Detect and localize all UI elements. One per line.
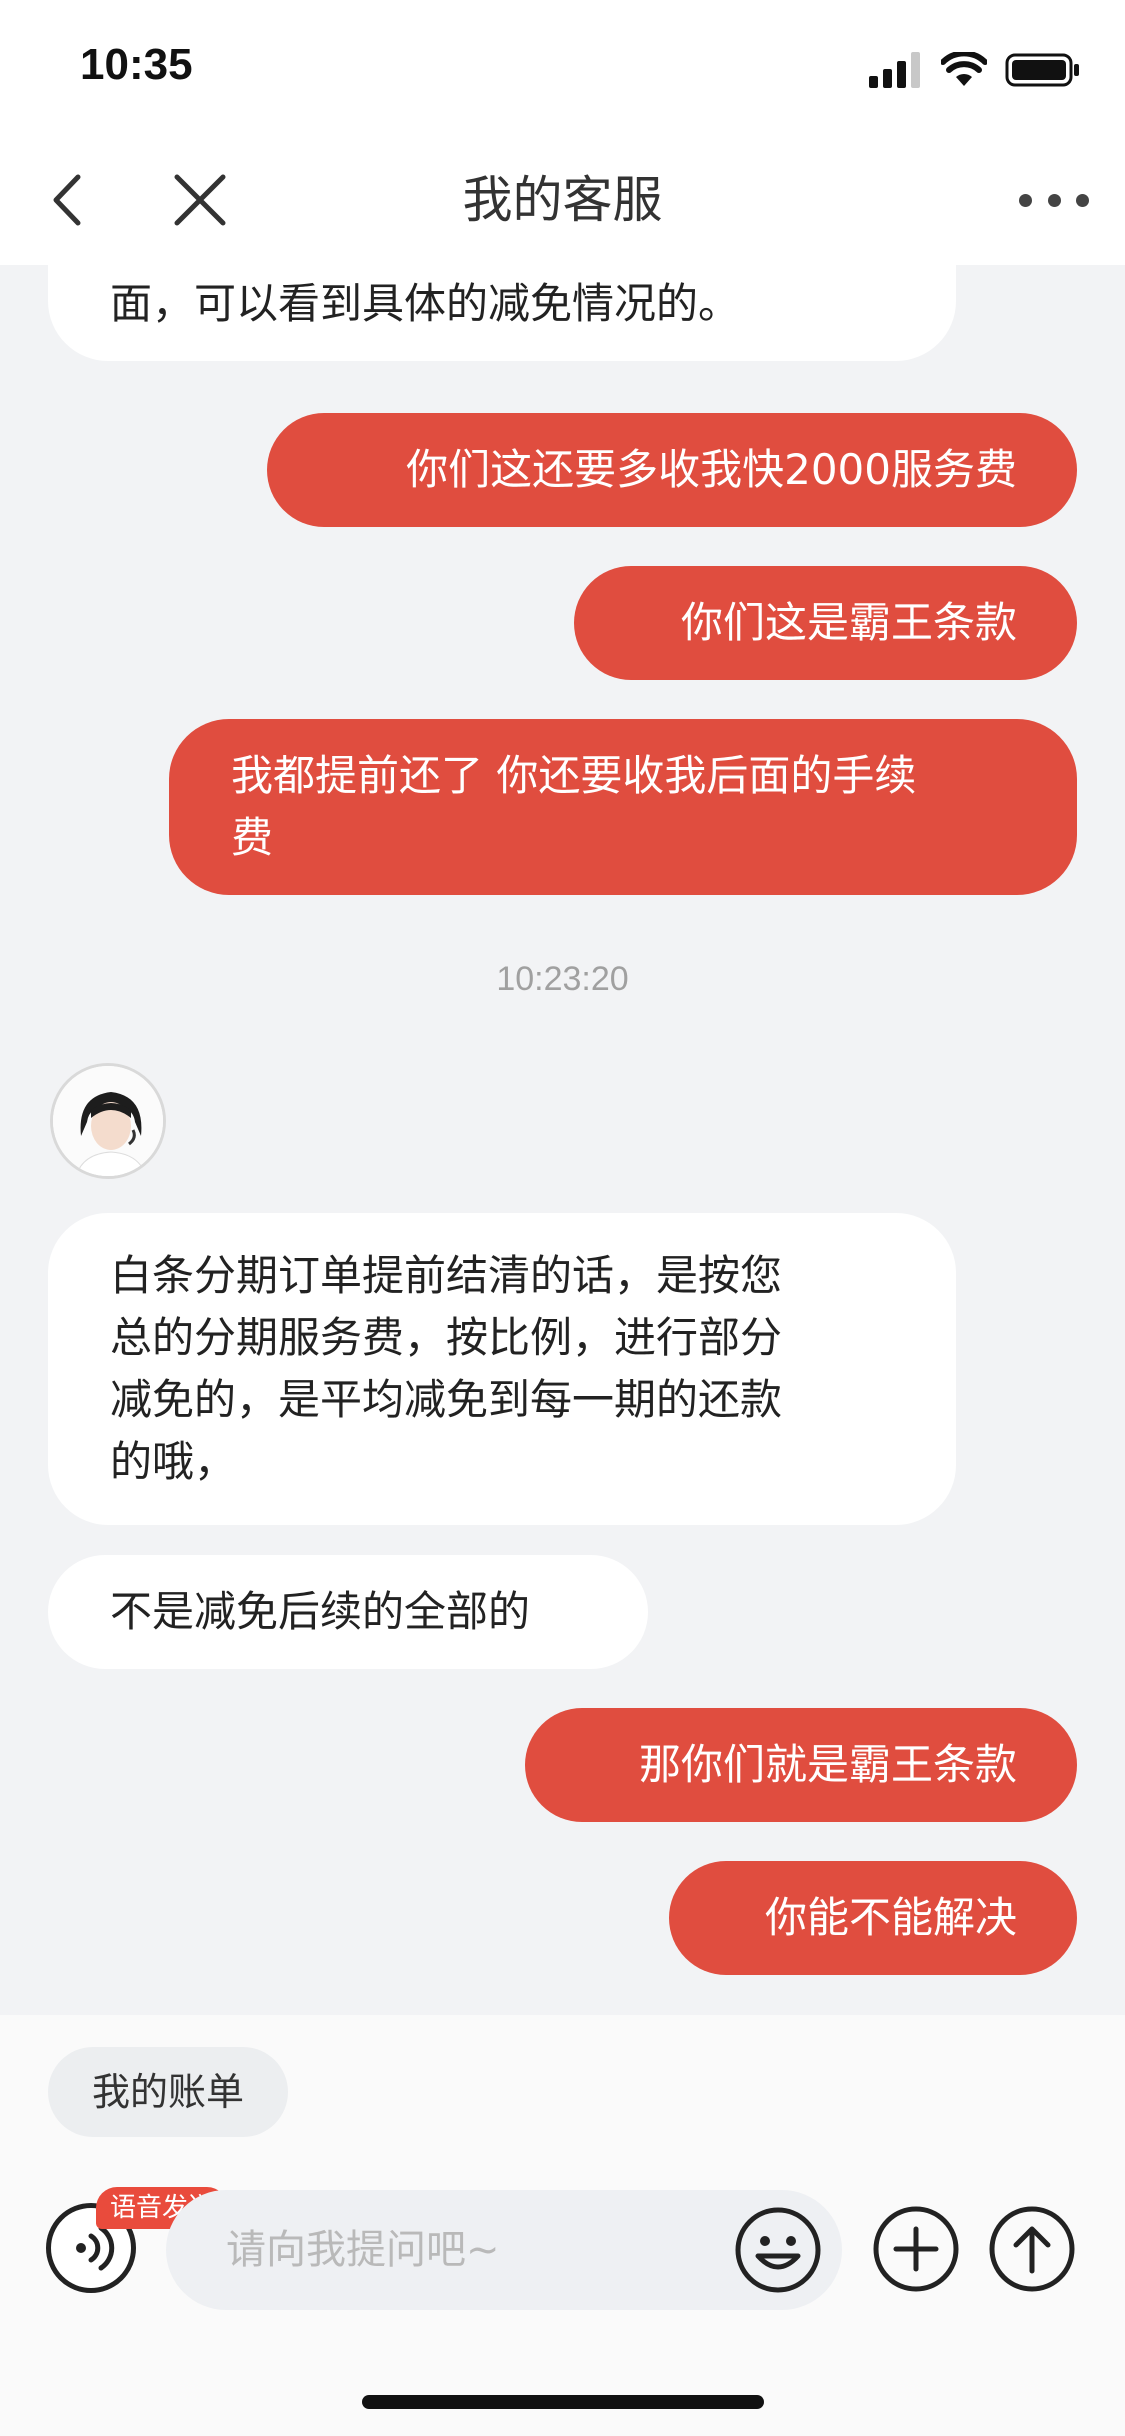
agent-message: 白条分期订单提前结清的话，是按您 总的分期服务费，按比例，进行部分 减免的，是平… [48, 1213, 956, 1525]
add-button[interactable] [872, 2205, 960, 2293]
send-button[interactable] [988, 2205, 1076, 2293]
more-icon [1019, 193, 1032, 207]
status-icons [869, 50, 1081, 90]
status-bar: 10:35 [0, 0, 1125, 135]
agent-message: 可以点击此链接，进入提前结清页 面，可以看到具体的减免情况的。 [48, 265, 956, 361]
input-area: 我的账单 语音发送 [0, 2015, 1125, 2436]
plus-icon [873, 2206, 959, 2292]
emoji-button[interactable] [732, 2204, 824, 2296]
home-indicator [362, 2395, 764, 2409]
message-input[interactable] [226, 2220, 666, 2280]
status-time: 10:35 [80, 40, 193, 89]
user-message: 我都提前还了 你还要收我后面的手续 费 [169, 719, 1077, 895]
more-button[interactable] [1019, 180, 1089, 220]
agent-message: 不是减免后续的全部的 [48, 1555, 648, 1669]
emoji-icon [735, 2207, 821, 2293]
user-message: 你能不能解决 [669, 1861, 1077, 1975]
send-icon [989, 2206, 1075, 2292]
message-input-box[interactable] [166, 2190, 842, 2310]
user-message: 那你们就是霸王条款 [525, 1708, 1077, 1822]
battery-icon [1005, 53, 1079, 87]
page-title: 我的客服 [462, 171, 663, 229]
user-message: 你们这是霸王条款 [574, 566, 1077, 680]
nav-bar: 我的客服 [0, 135, 1125, 265]
agent-avatar[interactable] [50, 1063, 166, 1179]
user-message: 你们这还要多收我快2000服务费 [267, 413, 1077, 527]
agent-avatar-icon [53, 1066, 163, 1176]
message-timestamp: 10:23:20 [496, 960, 629, 998]
quick-reply-my-bill[interactable]: 我的账单 [48, 2047, 289, 2137]
signal-icon [869, 52, 920, 88]
chat-area[interactable]: 可以点击此链接，进入提前结清页 面，可以看到具体的减免情况的。 你们这还要多收我… [0, 265, 1125, 2015]
wifi-icon [941, 52, 987, 86]
